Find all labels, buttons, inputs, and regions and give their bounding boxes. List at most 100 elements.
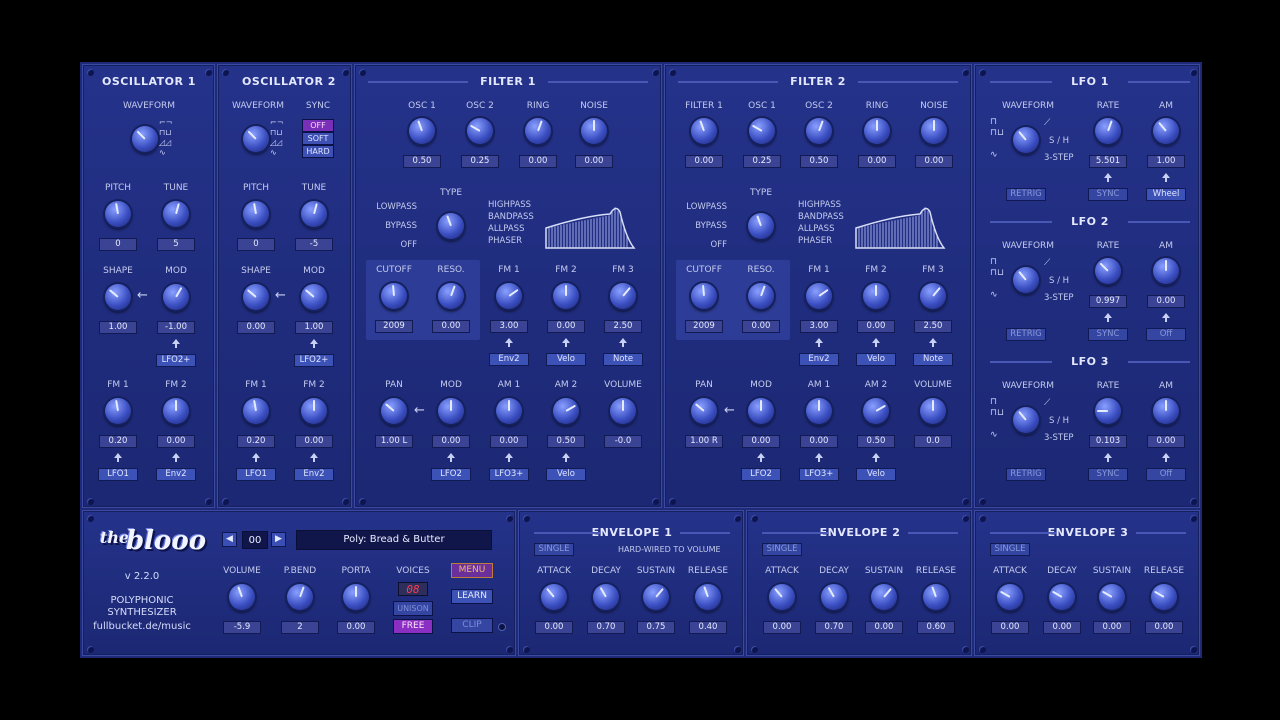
clip-button[interactable]: CLIP <box>451 618 493 633</box>
filter1-mod-knob[interactable] <box>438 398 464 424</box>
osc1-tune-knob[interactable] <box>163 201 189 227</box>
program-prev-button[interactable]: ◀ <box>222 532 237 547</box>
lfo1-retrig-button[interactable]: RETRIG <box>1006 188 1046 201</box>
filter2-src-1-knob[interactable] <box>749 118 775 144</box>
envelope1-decay-knob[interactable] <box>593 584 619 610</box>
filter2-mod-knob[interactable] <box>748 398 774 424</box>
osc2-shape-value[interactable]: 0.00 <box>237 321 275 334</box>
osc1-waveform-knob[interactable] <box>132 126 158 152</box>
filter1-src-1-value[interactable]: 0.25 <box>461 155 499 168</box>
filter2-pan-value[interactable]: 1.00 R <box>685 435 723 448</box>
lfo1-rate-knob[interactable] <box>1095 118 1121 144</box>
filter2-am2-value[interactable]: 0.50 <box>857 435 895 448</box>
main-pbend-knob[interactable] <box>287 584 313 610</box>
envelope1-single-button[interactable]: SINGLE <box>534 543 574 556</box>
osc2-pitch-value[interactable]: 0 <box>237 238 275 251</box>
lfo1-am-source-button[interactable]: Wheel <box>1146 188 1186 201</box>
envelope3-release-value[interactable]: 0.00 <box>1145 621 1183 634</box>
filter1-src-2-knob[interactable] <box>525 118 551 144</box>
filter2-fm1-value[interactable]: 3.00 <box>800 320 838 333</box>
osc1-mod-value[interactable]: -1.00 <box>157 321 195 334</box>
osc1-fm1-value[interactable]: 0.20 <box>99 435 137 448</box>
filter1-src-3-value[interactable]: 0.00 <box>575 155 613 168</box>
envelope3-release-knob[interactable] <box>1151 584 1177 610</box>
lfo3-am-knob[interactable] <box>1153 398 1179 424</box>
envelope2-decay-knob[interactable] <box>821 584 847 610</box>
filter2-volume-value[interactable]: 0.0 <box>914 435 952 448</box>
lfo1-am-knob[interactable] <box>1153 118 1179 144</box>
filter1-src-1-knob[interactable] <box>467 118 493 144</box>
envelope2-sustain-knob[interactable] <box>871 584 897 610</box>
main-pbend-value[interactable]: 2 <box>281 621 319 634</box>
envelope3-attack-value[interactable]: 0.00 <box>991 621 1029 634</box>
filter2-src-2-value[interactable]: 0.50 <box>800 155 838 168</box>
lfo2-rate-knob[interactable] <box>1095 258 1121 284</box>
lfo2-rate-value[interactable]: 0.997 <box>1089 295 1127 308</box>
filter2-fm3-value[interactable]: 2.50 <box>914 320 952 333</box>
envelope3-decay-value[interactable]: 0.00 <box>1043 621 1081 634</box>
main-porta-value[interactable]: 0.00 <box>337 621 375 634</box>
lfo3-sync-button[interactable]: SYNC <box>1088 468 1128 481</box>
filter1-am1-value[interactable]: 0.00 <box>490 435 528 448</box>
lfo3-retrig-button[interactable]: RETRIG <box>1006 468 1046 481</box>
filter2-am1-source-button[interactable]: LFO3+ <box>799 468 839 481</box>
filter1-am2-source-button[interactable]: Velo <box>546 468 586 481</box>
filter1-fm2-knob[interactable] <box>553 283 579 309</box>
filter2-src-2-knob[interactable] <box>806 118 832 144</box>
filter1-fm3-knob[interactable] <box>610 283 636 309</box>
osc1-fm2-value[interactable]: 0.00 <box>157 435 195 448</box>
voices-display[interactable]: 08 <box>398 582 428 596</box>
filter2-src-1-value[interactable]: 0.25 <box>743 155 781 168</box>
osc2-fm2-source-button[interactable]: Env2 <box>294 468 334 481</box>
osc1-mod-source-button[interactable]: LFO2+ <box>156 354 196 367</box>
filter2-fm2-source-button[interactable]: Velo <box>856 353 896 366</box>
osc2-fm2-knob[interactable] <box>301 398 327 424</box>
osc2-sync-soft-button[interactable]: SOFT <box>302 132 334 145</box>
lfo1-rate-value[interactable]: 5.501 <box>1089 155 1127 168</box>
osc2-mod-knob[interactable] <box>301 284 327 310</box>
filter2-fm3-source-button[interactable]: Note <box>913 353 953 366</box>
osc1-pitch-value[interactable]: 0 <box>99 238 137 251</box>
filter1-type-knob[interactable] <box>438 213 464 239</box>
lfo2-am-source-button[interactable]: Off <box>1146 328 1186 341</box>
filter2-reso-knob[interactable] <box>748 283 774 309</box>
envelope3-single-button[interactable]: SINGLE <box>990 543 1030 556</box>
filter1-src-0-value[interactable]: 0.50 <box>403 155 441 168</box>
osc2-fm2-value[interactable]: 0.00 <box>295 435 333 448</box>
filter1-mod-value[interactable]: 0.00 <box>432 435 470 448</box>
osc1-shape-knob[interactable] <box>105 284 131 310</box>
osc1-mod-knob[interactable] <box>163 284 189 310</box>
filter2-pan-knob[interactable] <box>691 398 717 424</box>
envelope2-decay-value[interactable]: 0.70 <box>815 621 853 634</box>
lfo1-waveform-knob[interactable] <box>1013 127 1039 153</box>
learn-button[interactable]: LEARN <box>451 589 493 604</box>
unison-button[interactable]: UNISON <box>393 601 433 616</box>
filter1-reso-knob[interactable] <box>438 283 464 309</box>
filter2-fm1-source-button[interactable]: Env2 <box>799 353 839 366</box>
filter1-pan-value[interactable]: 1.00 L <box>375 435 413 448</box>
filter2-fm3-knob[interactable] <box>920 283 946 309</box>
envelope1-attack-value[interactable]: 0.00 <box>535 621 573 634</box>
lfo1-am-value[interactable]: 1.00 <box>1147 155 1185 168</box>
program-next-button[interactable]: ▶ <box>271 532 286 547</box>
lfo2-sync-button[interactable]: SYNC <box>1088 328 1128 341</box>
filter2-src-4-knob[interactable] <box>921 118 947 144</box>
filter2-mod-value[interactable]: 0.00 <box>742 435 780 448</box>
program-name-field[interactable]: Poly: Bread & Butter <box>296 530 492 550</box>
filter1-src-2-value[interactable]: 0.00 <box>519 155 557 168</box>
filter2-src-0-knob[interactable] <box>691 118 717 144</box>
lfo3-rate-knob[interactable] <box>1095 398 1121 424</box>
filter2-mod-source-button[interactable]: LFO2 <box>741 468 781 481</box>
envelope3-attack-knob[interactable] <box>997 584 1023 610</box>
filter2-fm2-value[interactable]: 0.00 <box>857 320 895 333</box>
osc1-fm1-source-button[interactable]: LFO1 <box>98 468 138 481</box>
osc1-tune-value[interactable]: 5 <box>157 238 195 251</box>
lfo3-am-source-button[interactable]: Off <box>1146 468 1186 481</box>
filter2-src-4-value[interactable]: 0.00 <box>915 155 953 168</box>
filter1-fm2-source-button[interactable]: Velo <box>546 353 586 366</box>
filter1-mod-source-button[interactable]: LFO2 <box>431 468 471 481</box>
main-porta-knob[interactable] <box>343 584 369 610</box>
lfo2-retrig-button[interactable]: RETRIG <box>1006 328 1046 341</box>
filter1-fm1-value[interactable]: 3.00 <box>490 320 528 333</box>
filter1-volume-value[interactable]: -0.0 <box>604 435 642 448</box>
